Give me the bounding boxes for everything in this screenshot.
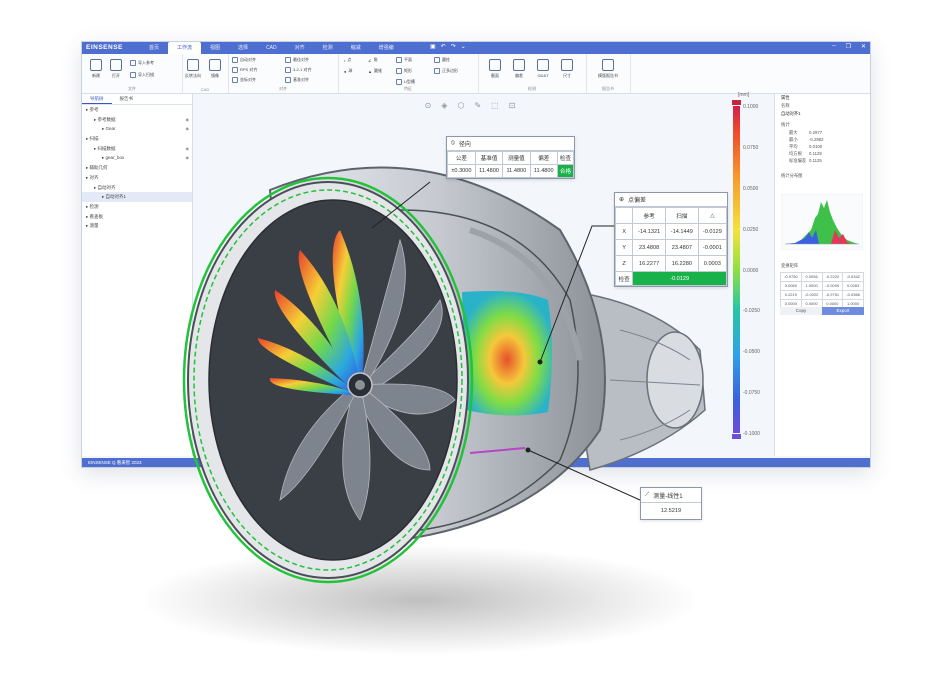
deviation-patch bbox=[462, 291, 552, 416]
point-deviation-table: 参考 扫描 △ X -14.1321 -14.1449 -0.0129 Y 23.4808 23.… bbox=[614, 207, 728, 286]
point-header-cell bbox=[614, 207, 634, 224]
colorbar-tick: 0.0250 bbox=[743, 226, 759, 233]
point-cell: 23.4807 bbox=[664, 239, 699, 256]
point-cell: -0.0129 bbox=[697, 223, 728, 240]
deviation-colorbar bbox=[732, 100, 741, 439]
check-value: -0.0129 bbox=[632, 271, 727, 286]
colorbar-tick: 0.0750 bbox=[743, 144, 759, 151]
pass-badge: 合格 bbox=[556, 164, 575, 178]
point-cell: 0.0003 bbox=[697, 255, 728, 272]
point-row: X -14.1321 -14.1449 -0.0129 bbox=[614, 223, 728, 240]
point-header-cell: △ bbox=[697, 207, 728, 224]
point-row: Y 23.4808 23.4807 -0.0001 bbox=[614, 239, 728, 256]
linearity-value: 12.5219 bbox=[660, 508, 682, 514]
radial-callout[interactable]: ⦸ 径向 公差 基准值 测量值 偏差 检查 ±0.3000 11.4800 11.… bbox=[446, 136, 575, 179]
measure-icon: ⟋ bbox=[645, 491, 650, 498]
colorbar-tick: 0.0500 bbox=[743, 185, 759, 192]
point-cell: -0.0001 bbox=[697, 239, 728, 256]
point-header-cell: 扫描 bbox=[664, 207, 699, 224]
point-check-row: 检查 -0.0129 bbox=[614, 271, 727, 286]
point-cell: 16.2277 bbox=[632, 255, 666, 272]
exhaust-nozzle bbox=[646, 331, 704, 429]
colorbar-tick: 0.1000 bbox=[743, 104, 759, 110]
point-header-cell: 参考 bbox=[632, 207, 666, 224]
linearity-callout[interactable]: ⟋ 测量-线性1 12.5219 bbox=[640, 487, 702, 520]
point-cell: -14.1321 bbox=[632, 223, 666, 240]
radial-icon: ⦸ bbox=[451, 140, 455, 146]
point-icon: ⊕ bbox=[619, 197, 625, 203]
point-cell: -14.1449 bbox=[664, 223, 699, 240]
colorbar-tick: 0.0000 bbox=[743, 267, 759, 274]
point-deviation-callout[interactable]: ⊕ 点偏差 参考 扫描 △ X -14.1321 -14.1449 -0.0129 Y 23.48… bbox=[614, 192, 728, 287]
engine-3d-model[interactable] bbox=[0, 0, 950, 700]
radial-header-row: 公差 基准值 测量值 偏差 检查 bbox=[447, 151, 575, 165]
check-label: 检查 bbox=[614, 271, 634, 286]
colorbar-tick: -0.0250 bbox=[743, 308, 760, 315]
point-header-row: 参考 扫描 △ bbox=[614, 207, 728, 224]
point-row: Z 16.2277 16.2280 0.0003 bbox=[614, 255, 728, 272]
point-cell: 16.2280 bbox=[664, 255, 699, 272]
point-cell: Y bbox=[614, 239, 634, 256]
ground-shadow bbox=[140, 545, 700, 655]
point-cell: 23.4808 bbox=[632, 239, 666, 256]
point-cell: X bbox=[614, 223, 634, 240]
radial-value-row: ±0.3000 11.4800 11.4800 11.4800 合格 bbox=[447, 164, 575, 178]
point-cell: Z bbox=[614, 255, 634, 272]
colorbar-tick: -0.0500 bbox=[743, 349, 760, 356]
colorbar-tick: -0.0750 bbox=[743, 390, 760, 397]
colorbar-tick: -0.1000 bbox=[743, 431, 760, 437]
colorbar-unit: [mm] bbox=[738, 92, 750, 98]
